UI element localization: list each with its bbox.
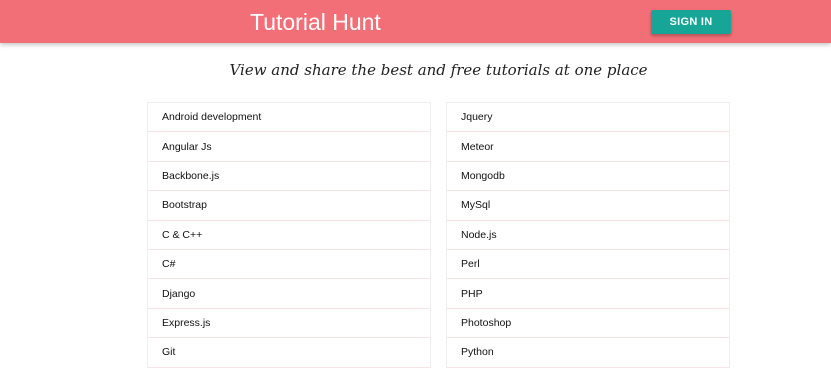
tutorial-list-left: Android development Angular Js Backbone.… <box>147 102 431 368</box>
list-item-meteor[interactable]: Meteor <box>447 132 729 162</box>
list-item-mysql[interactable]: MySql <box>447 191 729 221</box>
list-item-backbone-js[interactable]: Backbone.js <box>148 162 430 192</box>
list-item-angular-js[interactable]: Angular Js <box>148 132 430 162</box>
top-app-bar: Tutorial Hunt SIGN IN <box>0 0 831 43</box>
list-item-git[interactable]: Git <box>148 338 430 368</box>
list-item-c-cpp[interactable]: C & C++ <box>148 221 430 250</box>
list-item-php[interactable]: PHP <box>447 279 729 309</box>
tutorial-list-right: Jquery Meteor Mongodb MySql Node.js Perl… <box>446 102 730 368</box>
page-tagline: View and share the best and free tutoria… <box>229 61 648 79</box>
list-item-mongodb[interactable]: Mongodb <box>447 162 729 192</box>
list-item-express-js[interactable]: Express.js <box>148 309 430 339</box>
list-item-bootstrap[interactable]: Bootstrap <box>148 191 430 221</box>
list-item-perl[interactable]: Perl <box>447 250 729 280</box>
list-item-node-js[interactable]: Node.js <box>447 221 729 250</box>
list-item-photoshop[interactable]: Photoshop <box>447 309 729 339</box>
list-item-android-development[interactable]: Android development <box>148 103 430 133</box>
list-item-csharp[interactable]: C# <box>148 250 430 280</box>
sign-in-button[interactable]: SIGN IN <box>651 10 731 34</box>
list-item-django[interactable]: Django <box>148 279 430 309</box>
list-item-python[interactable]: Python <box>447 338 729 368</box>
brand-title[interactable]: Tutorial Hunt <box>250 7 381 37</box>
list-item-jquery[interactable]: Jquery <box>447 103 729 133</box>
